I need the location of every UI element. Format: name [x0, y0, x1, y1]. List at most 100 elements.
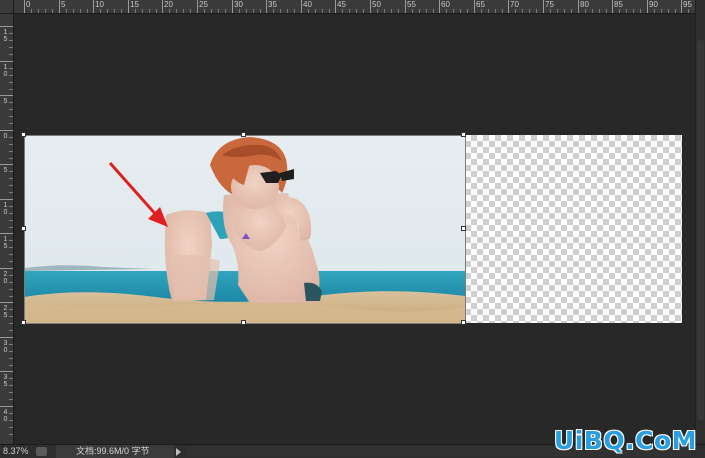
- ruler-major-tick: [0, 61, 13, 62]
- ruler-minor-tick: [495, 9, 496, 13]
- ruler-minor-tick: [294, 9, 295, 13]
- ruler-minor-tick: [9, 185, 13, 186]
- ruler-minor-tick: [426, 9, 427, 13]
- ruler-label: 70: [510, 0, 519, 9]
- transform-handle-middle-right[interactable]: [461, 226, 466, 231]
- ruler-label: 30: [234, 0, 243, 9]
- document-size-info: 文档:99.6M/0 字节: [56, 445, 174, 458]
- ruler-minor-tick: [9, 192, 13, 193]
- ruler-label: 10: [95, 0, 104, 9]
- ruler-label: 15: [130, 0, 139, 9]
- ruler-minor-tick: [9, 47, 13, 48]
- ruler-label: 3 5: [3, 374, 8, 388]
- ruler-major-tick: [301, 0, 302, 13]
- vertical-ruler[interactable]: 1 5 1 0 5 0 5 1 0 1 5 2 0 2 5 3 0 3 5 4 0: [0, 14, 14, 444]
- transform-handle-bottom-left[interactable]: [21, 320, 26, 325]
- horizontal-ruler[interactable]: 0 5 10 15 20 25 30 35 40 45 50 55 60 65 70 75 80 85 90 95: [14, 0, 695, 14]
- ruler-minor-tick: [9, 351, 13, 352]
- document-canvas[interactable]: [24, 135, 682, 323]
- ruler-minor-tick: [668, 9, 669, 13]
- ruler-label: 75: [545, 0, 554, 9]
- zoom-level[interactable]: 8.37%: [3, 445, 29, 458]
- ruler-minor-tick: [253, 9, 254, 13]
- ruler-major-tick: [0, 302, 13, 303]
- ruler-minor-tick: [246, 9, 247, 13]
- transform-handle-bottom-center[interactable]: [241, 320, 246, 325]
- ruler-minor-tick: [599, 9, 600, 13]
- ruler-minor-tick: [9, 365, 13, 366]
- ruler-minor-tick: [9, 254, 13, 255]
- ruler-minor-tick: [606, 9, 607, 13]
- ruler-minor-tick: [80, 9, 81, 13]
- ruler-minor-tick: [287, 9, 288, 13]
- ruler-minor-tick: [190, 9, 191, 13]
- ruler-minor-tick: [9, 206, 13, 207]
- ruler-minor-tick: [66, 9, 67, 13]
- ruler-minor-tick: [239, 9, 240, 13]
- ruler-major-tick: [543, 0, 544, 13]
- vertical-scrollbar-thumb[interactable]: [697, 40, 704, 420]
- ruler-label: 60: [441, 0, 450, 9]
- ruler-label: 5: [3, 167, 8, 174]
- ruler-minor-tick: [9, 275, 13, 276]
- ruler-label: 80: [580, 0, 589, 9]
- ruler-minor-tick: [349, 9, 350, 13]
- transform-handle-top-left[interactable]: [21, 132, 26, 137]
- ruler-minor-tick: [9, 102, 13, 103]
- ruler-minor-tick: [9, 344, 13, 345]
- transform-handle-bottom-right[interactable]: [461, 320, 466, 325]
- transform-handle-top-center[interactable]: [241, 132, 246, 137]
- beach-photo-layer[interactable]: [24, 135, 465, 323]
- ruler-minor-tick: [564, 9, 565, 13]
- ruler-minor-tick: [273, 9, 274, 13]
- transform-handle-top-right[interactable]: [461, 132, 466, 137]
- ruler-minor-tick: [169, 9, 170, 13]
- transform-handle-middle-left[interactable]: [21, 226, 26, 231]
- ruler-major-tick: [612, 0, 613, 13]
- ruler-major-tick: [405, 0, 406, 13]
- ruler-minor-tick: [260, 9, 261, 13]
- ruler-major-tick: [0, 406, 13, 407]
- ruler-minor-tick: [183, 9, 184, 13]
- ruler-major-tick: [578, 0, 579, 13]
- document-profile-icon[interactable]: [36, 447, 47, 456]
- ruler-minor-tick: [550, 9, 551, 13]
- ruler-major-tick: [0, 95, 13, 96]
- ruler-label: 35: [268, 0, 277, 9]
- ruler-minor-tick: [446, 9, 447, 13]
- ruler-minor-tick: [121, 9, 122, 13]
- status-menu-arrow-icon[interactable]: [176, 448, 181, 456]
- ruler-minor-tick: [9, 171, 13, 172]
- site-watermark: UiBQ.CoM: [553, 426, 697, 455]
- ruler-major-tick: [0, 268, 13, 269]
- ruler-minor-tick: [640, 9, 641, 13]
- vertical-scrollbar[interactable]: [695, 0, 705, 444]
- ruler-label: 55: [407, 0, 416, 9]
- ruler-minor-tick: [522, 9, 523, 13]
- ruler-major-tick: [0, 199, 13, 200]
- ruler-major-tick: [0, 233, 13, 234]
- ruler-label: 4 0: [3, 409, 8, 423]
- ruler-minor-tick: [675, 9, 676, 13]
- ruler-label: 20: [164, 0, 173, 9]
- ruler-minor-tick: [515, 9, 516, 13]
- transparent-canvas-area[interactable]: [465, 135, 682, 323]
- ruler-major-tick: [474, 0, 475, 13]
- ruler-minor-tick: [9, 316, 13, 317]
- ruler-minor-tick: [384, 9, 385, 13]
- ruler-minor-tick: [363, 9, 364, 13]
- ruler-minor-tick: [342, 9, 343, 13]
- ruler-minor-tick: [654, 9, 655, 13]
- ruler-minor-tick: [9, 151, 13, 152]
- ruler-major-tick: [197, 0, 198, 13]
- ruler-minor-tick: [322, 9, 323, 13]
- ruler-minor-tick: [9, 75, 13, 76]
- ruler-minor-tick: [218, 9, 219, 13]
- ruler-label: 3 0: [3, 340, 8, 354]
- ruler-minor-tick: [31, 9, 32, 13]
- ruler-minor-tick: [156, 9, 157, 13]
- ruler-minor-tick: [107, 9, 108, 13]
- ruler-label: 1 0: [3, 202, 8, 216]
- ruler-minor-tick: [453, 9, 454, 13]
- ruler-origin[interactable]: [0, 0, 14, 14]
